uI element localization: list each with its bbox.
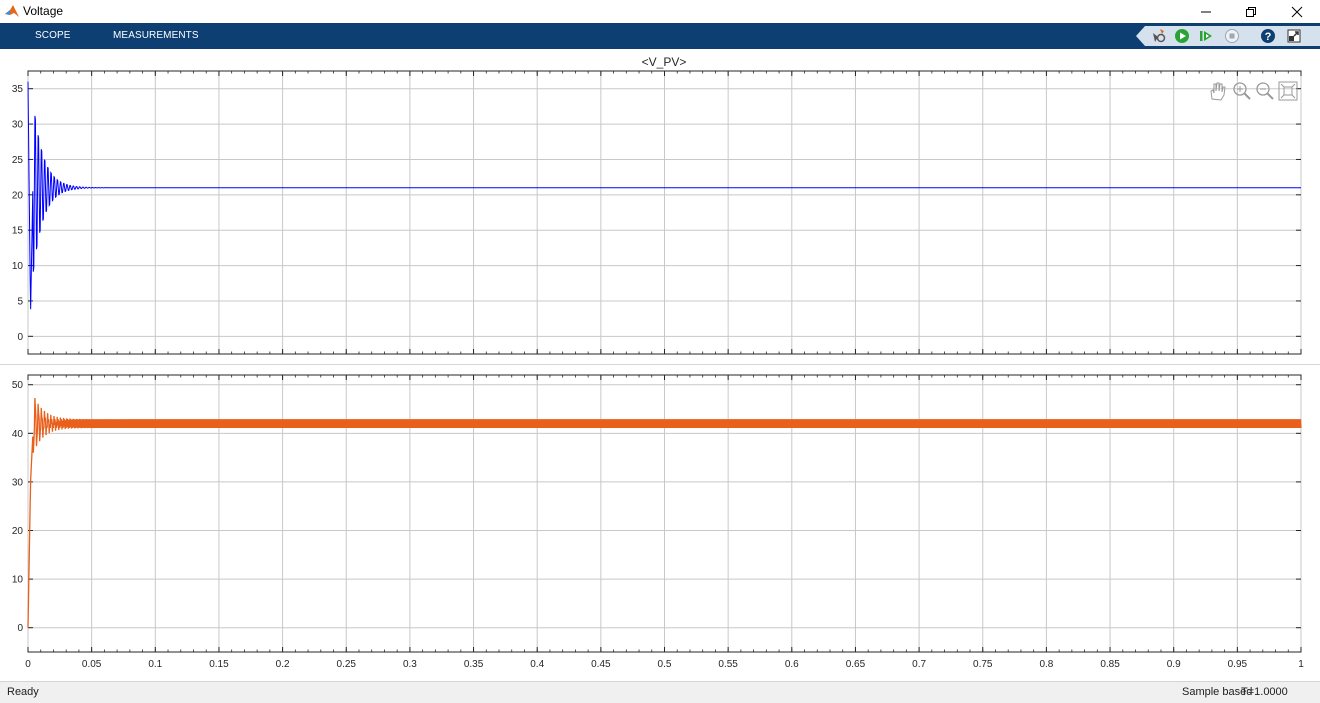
x-tick-label: 0.55 — [718, 659, 738, 670]
y-tick-label: 40 — [12, 429, 24, 440]
axes-bottom: 0 0.05 0.1 0.15 0.2 0.25 0.3 0.35 0.4 0.45 0.5 0.55… — [12, 374, 1304, 670]
window-title: Voltage — [23, 4, 64, 18]
x-tick-label: 0.75 — [973, 659, 993, 670]
y-tick-label: 20 — [12, 526, 24, 537]
x-tick-label: 0.05 — [82, 659, 102, 670]
step-forward-icon[interactable] — [1198, 28, 1214, 44]
x-tick-label: 0.5 — [658, 659, 672, 670]
matlab-logo-icon — [5, 5, 19, 17]
y-tick-label: 5 — [17, 296, 23, 307]
y-tick-label: 15 — [12, 226, 24, 237]
x-tick-label: 0.95 — [1228, 659, 1248, 670]
x-tick-label: 0.4 — [530, 659, 544, 670]
window-titlebar: Voltage — [0, 0, 1320, 23]
x-tick-label: 0.35 — [464, 659, 484, 670]
fit-to-view-icon[interactable] — [1278, 81, 1298, 101]
axes-toolbar — [1210, 81, 1298, 101]
toolstrip: SCOPE MEASUREMENTS — [0, 23, 1320, 49]
tab-measurements[interactable]: MEASUREMENTS — [113, 30, 199, 41]
close-button[interactable] — [1274, 0, 1320, 23]
x-tick-label: 0.7 — [912, 659, 926, 670]
x-tick-label: 0.3 — [403, 659, 417, 670]
x-tick-label: 0.25 — [337, 659, 357, 670]
axes-top: 0 5 10 15 20 25 30 35 <V_PV> — [12, 55, 1302, 355]
pan-icon[interactable] — [1210, 82, 1226, 101]
simulation-toolbar: ? — [1136, 26, 1320, 46]
x-tick-label: 0.15 — [209, 659, 229, 670]
signal-hilite-icon[interactable] — [1150, 28, 1166, 44]
x-tick-label: 0.45 — [591, 659, 611, 670]
status-text: Ready — [7, 686, 39, 698]
sim-time-text: T=1.0000 — [1241, 686, 1288, 698]
y-tick-label: 20 — [12, 190, 24, 201]
restore-button[interactable] — [1228, 0, 1274, 23]
tab-scope[interactable]: SCOPE — [35, 30, 71, 41]
x-tick-label: 0.2 — [276, 659, 290, 670]
scope-plot-area: 05101520253035 <V_PV> 0 0.05 0.1 0.15 0.2 0.2… — [0, 55, 1320, 670]
status-bar: Ready Sample based T=1.0000 — [0, 681, 1320, 703]
y-tick-label: 25 — [12, 155, 24, 166]
y-tick-label: 50 — [12, 380, 24, 391]
stop-icon[interactable] — [1224, 28, 1240, 44]
x-tick-label: 0.85 — [1100, 659, 1120, 670]
x-tick-label: 0 — [25, 659, 31, 670]
y-tick-label: 30 — [12, 477, 24, 488]
minimize-button[interactable] — [1183, 0, 1229, 23]
y-tick-label: 10 — [12, 261, 24, 272]
help-icon[interactable]: ? — [1260, 28, 1276, 44]
x-tick-label: 1 — [1298, 659, 1304, 670]
run-icon[interactable] — [1174, 28, 1190, 44]
zoom-in-icon[interactable] — [1233, 82, 1251, 100]
svg-text:?: ? — [1265, 31, 1272, 43]
close-icon — [1291, 6, 1303, 17]
x-tick-label: 0.65 — [846, 659, 866, 670]
restore-icon — [1246, 6, 1256, 17]
minimize-icon — [1201, 11, 1211, 12]
zoom-out-icon[interactable] — [1256, 82, 1274, 100]
y-tick-label: 35 — [12, 84, 24, 95]
x-tick-label: 0.8 — [1039, 659, 1053, 670]
y-tick-label: 0 — [17, 623, 23, 634]
undock-icon[interactable] — [1286, 28, 1302, 44]
y-tick-label: 30 — [12, 120, 24, 131]
x-tick-label: 0.9 — [1167, 659, 1181, 670]
y-tick-label: 10 — [12, 575, 24, 586]
x-tick-label: 0.1 — [148, 659, 162, 670]
y-tick-label: 0 — [17, 332, 23, 343]
x-tick-label: 0.6 — [785, 659, 799, 670]
axes-top-title: <V_PV> — [642, 55, 687, 69]
